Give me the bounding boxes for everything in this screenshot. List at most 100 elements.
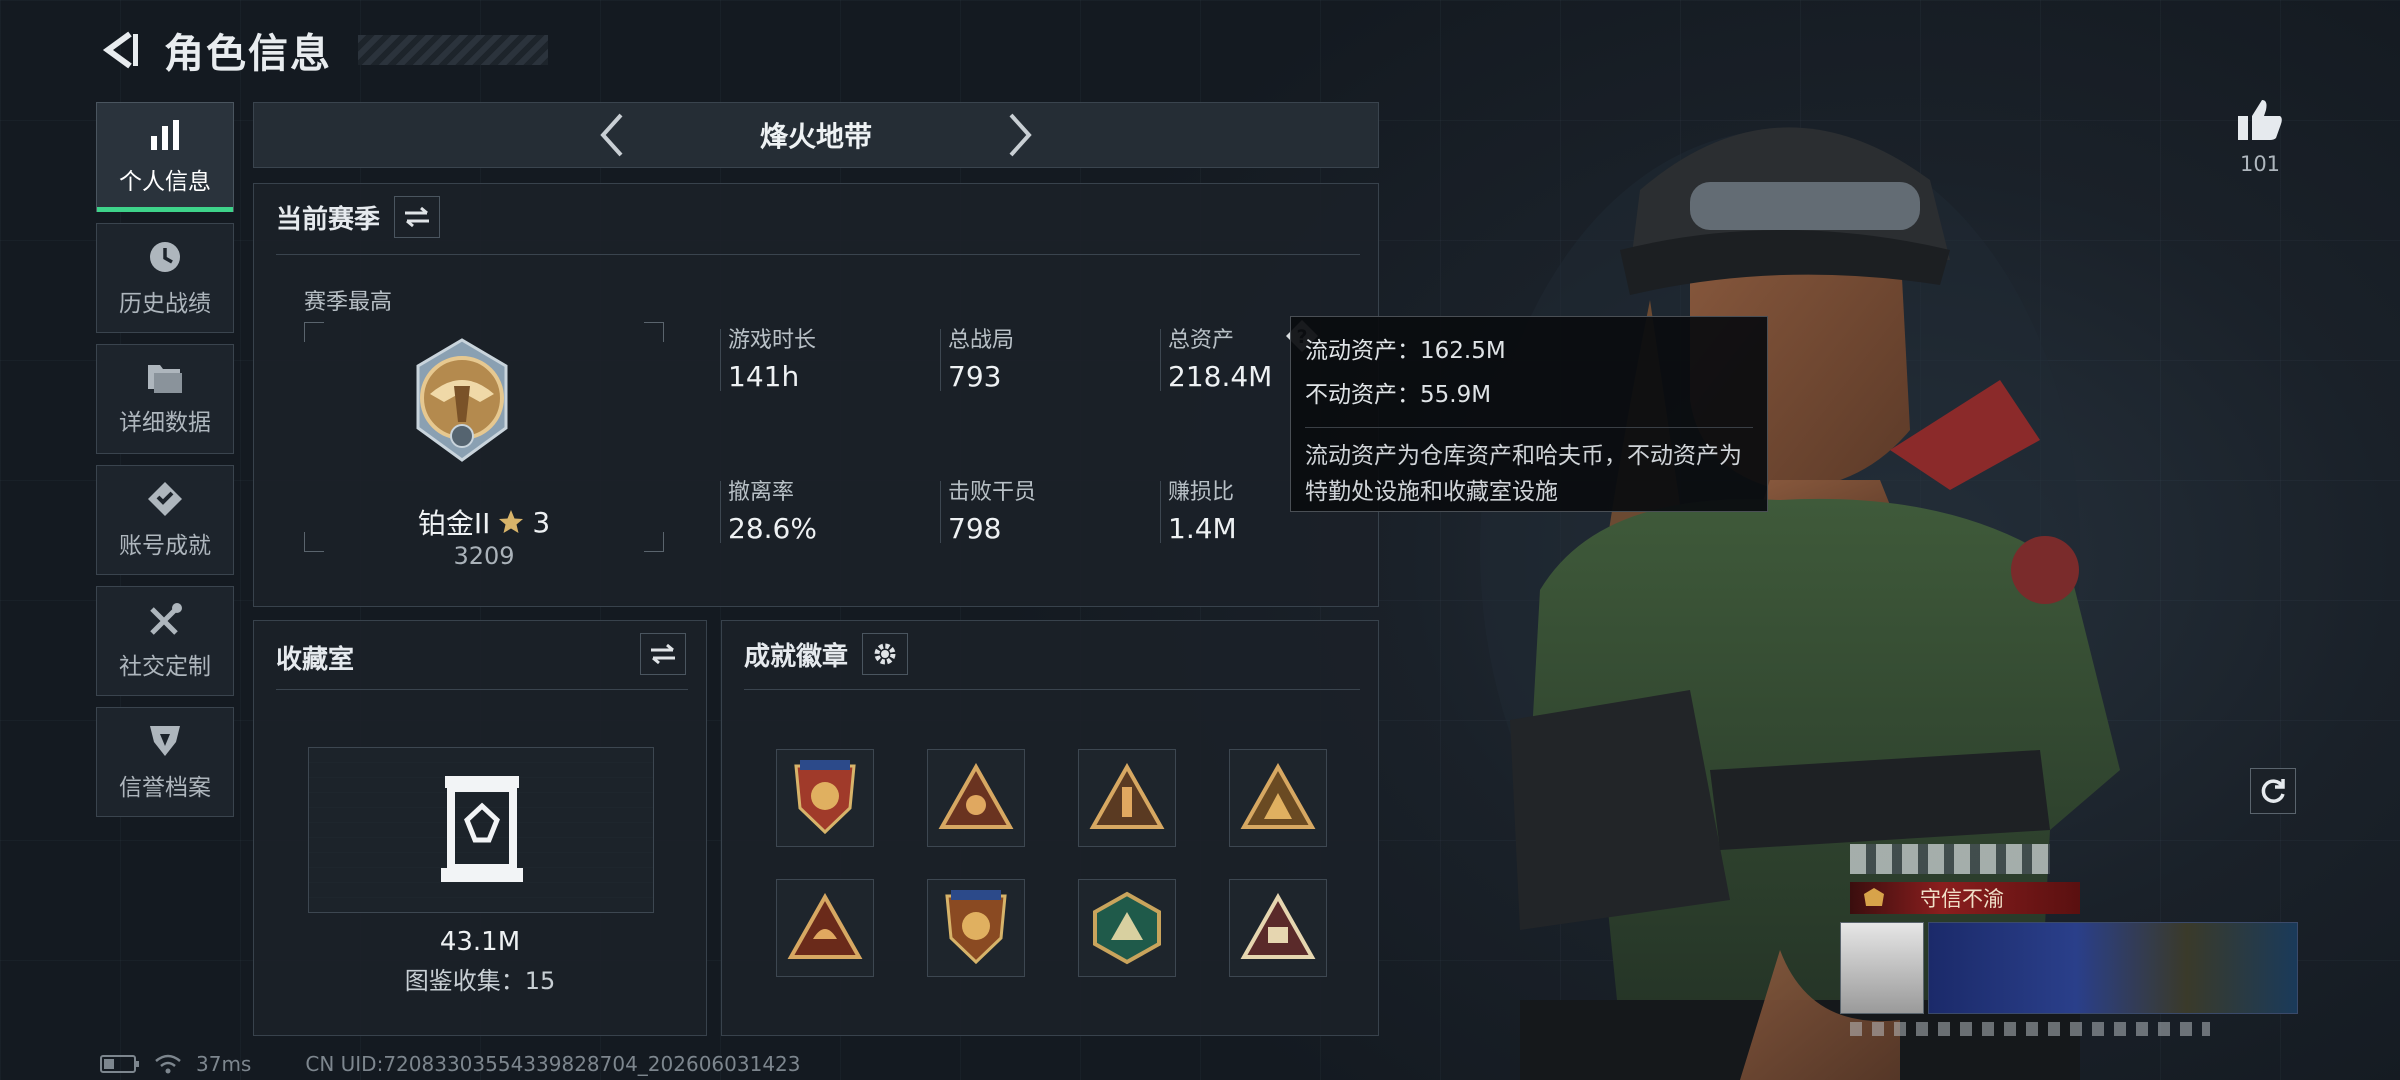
bar-chart-icon — [151, 120, 179, 150]
star-icon — [499, 510, 524, 533]
avatar[interactable] — [1840, 922, 1924, 1014]
achievement-icon — [148, 482, 182, 516]
rank-score: 3209 — [453, 542, 515, 570]
like-widget[interactable]: 101 — [2230, 96, 2290, 176]
collection-preview[interactable] — [308, 747, 654, 913]
achievements-panel: 成就徽章 — [721, 620, 1379, 1036]
refresh-icon — [2261, 779, 2285, 803]
stat-divider — [940, 329, 941, 391]
clock-icon — [150, 242, 180, 272]
triangle-badge-icon — [938, 763, 1014, 829]
collection-title: 收藏室 — [276, 645, 355, 675]
rank-label: 铂金II 3 — [304, 502, 664, 542]
sidebar-item-match-history[interactable]: 历史战绩 — [96, 223, 234, 333]
shield-icon — [150, 726, 180, 756]
ping-value: 37ms — [196, 1052, 252, 1076]
player-name-redacted — [1850, 844, 2050, 874]
folder-icon — [148, 365, 182, 393]
page-title: 角色信息 — [164, 31, 332, 77]
hexagon-badge-icon — [1093, 891, 1161, 965]
stat-total-assets-value: 218.4M — [1168, 360, 1273, 393]
stat-divider — [1160, 329, 1161, 391]
wifi-icon — [155, 1054, 181, 1074]
sidebar-item-label: 账号成就 — [119, 533, 211, 559]
triangle-badge-icon — [1089, 763, 1165, 829]
uid-text: CN UID:72083303554339828704_202606031423 — [305, 1052, 801, 1076]
achievement-badge[interactable] — [1229, 749, 1327, 847]
sidebar-item-label: 个人信息 — [119, 169, 211, 195]
season-best-label: 赛季最高 — [304, 290, 393, 315]
triangle-badge-icon — [1240, 893, 1316, 959]
stat-divider — [720, 481, 721, 543]
achievement-badge[interactable] — [1078, 749, 1176, 847]
chevron-left-icon — [600, 113, 623, 157]
sidebar-item-reputation[interactable]: 信誉档案 — [96, 707, 234, 817]
tooltip-liquid-assets: 流动资产：162.5M — [1305, 338, 1506, 364]
mode-title: 烽火地带 — [759, 120, 872, 153]
achievement-badge[interactable] — [927, 879, 1025, 977]
collection-switch-button[interactable] — [640, 633, 686, 675]
swap-icon — [651, 643, 675, 665]
player-nameplate: 守信不渝 — [1840, 838, 2300, 1038]
stat-extraction-rate-label: 撤离率 — [728, 480, 795, 505]
stat-total-matches-label: 总战局 — [948, 328, 1015, 353]
shield-badge-icon — [945, 890, 1007, 965]
season-switch-button[interactable] — [394, 196, 441, 238]
achievement-badge[interactable] — [1078, 879, 1176, 977]
rotate-button[interactable] — [2250, 768, 2296, 814]
shield-badge-icon — [794, 760, 856, 835]
achievements-title: 成就徽章 — [744, 641, 849, 672]
sidebar-item-label: 社交定制 — [119, 654, 211, 680]
sidebar-item-personal-info[interactable]: 个人信息 — [96, 102, 234, 212]
back-arrow-icon[interactable] — [96, 26, 144, 74]
stat-total-assets-label: 总资产 — [1168, 328, 1235, 353]
battery-icon — [100, 1055, 139, 1073]
tooltip-fixed-assets: 不动资产：55.9M — [1305, 382, 1492, 408]
wrench-icon — [150, 603, 182, 635]
stat-total-matches-value: 793 — [948, 360, 1002, 393]
player-id-redacted — [1850, 1022, 2210, 1036]
collection-panel: 收藏室 43.1M 图鉴收集：15 — [253, 620, 707, 1036]
stat-playtime-value: 141h — [728, 360, 800, 393]
divider — [276, 689, 688, 690]
rank-emblem-icon — [416, 338, 508, 462]
season-title: 当前赛季 — [276, 204, 381, 235]
season-panel: 当前赛季 赛季最高 铂金II 3 3209 游戏时长 141h 总战局 793 … — [253, 183, 1379, 607]
chevron-right-icon — [1009, 113, 1032, 157]
thumbs-up-icon — [2238, 100, 2282, 140]
title-decoration — [358, 35, 548, 65]
display-case-icon — [441, 776, 523, 882]
header: 角色信息 — [96, 18, 548, 82]
triangle-badge-icon — [1240, 763, 1316, 829]
achievement-badge[interactable] — [927, 749, 1025, 847]
emblem-icon — [1864, 888, 1884, 906]
stat-kills-label: 击败干员 — [948, 480, 1037, 505]
next-mode-button[interactable] — [996, 107, 1046, 163]
tooltip-description: 流动资产为仓库资产和哈夫币，不动资产为特勤处设施和收藏室设施 — [1305, 427, 1753, 510]
sidebar-item-achievements[interactable]: 账号成就 — [96, 465, 234, 575]
achievements-settings-button[interactable] — [862, 633, 909, 675]
mode-selector: 烽火地带 — [253, 102, 1379, 168]
divider — [744, 689, 1360, 690]
nameplate-banner — [1928, 922, 2298, 1014]
stat-profit-ratio-label: 赚损比 — [1168, 480, 1235, 505]
rank-name: 铂金II — [417, 507, 491, 540]
sidebar: 个人信息 历史战绩 详细数据 账号成就 社交定制 信誉档案 — [96, 102, 234, 817]
gear-icon — [874, 643, 896, 665]
divider — [276, 254, 1360, 255]
achievement-badge[interactable] — [776, 879, 874, 977]
achievement-badge[interactable] — [776, 749, 874, 847]
achievement-badge[interactable] — [1229, 879, 1327, 977]
swap-icon — [405, 206, 430, 228]
rank-stars: 3 — [532, 505, 551, 539]
stat-extraction-rate-value: 28.6% — [728, 512, 817, 545]
prev-mode-button[interactable] — [586, 107, 636, 163]
stat-playtime-label: 游戏时长 — [728, 328, 817, 353]
sidebar-item-label: 信誉档案 — [119, 775, 211, 801]
sidebar-item-label: 详细数据 — [119, 410, 211, 436]
sidebar-item-label: 历史战绩 — [119, 291, 211, 317]
sidebar-item-social-custom[interactable]: 社交定制 — [96, 586, 234, 696]
stat-divider — [1160, 481, 1161, 543]
sidebar-item-detailed-data[interactable]: 详细数据 — [96, 344, 234, 454]
collection-gallery-count: 图鉴收集：15 — [404, 967, 556, 995]
